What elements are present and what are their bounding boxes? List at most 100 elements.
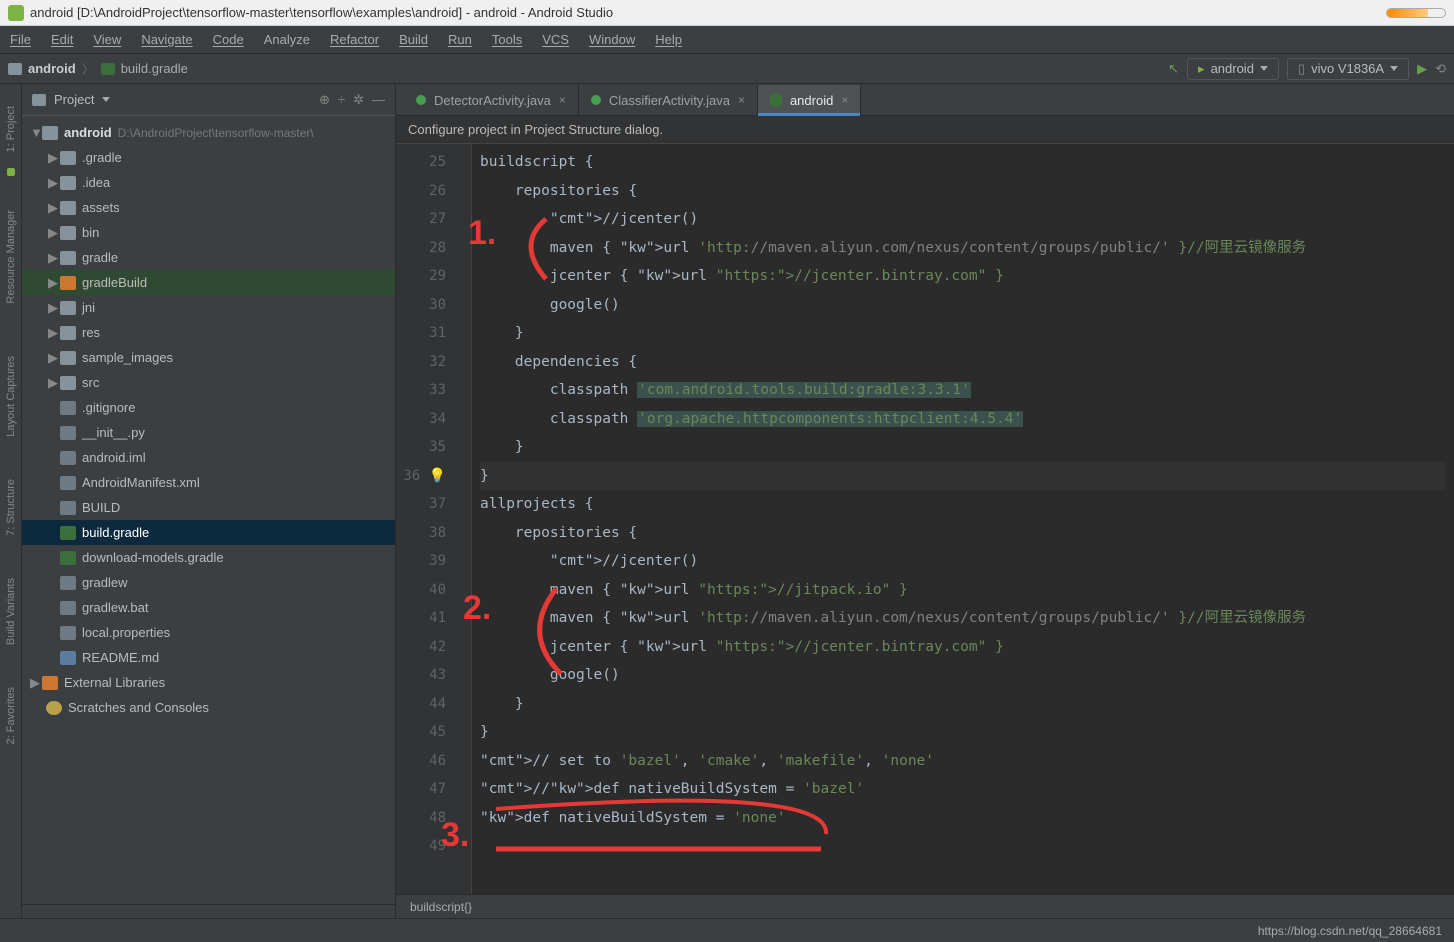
tree-item-gradle[interactable]: ▶gradle: [22, 245, 395, 270]
tree-item-gradlew-bat[interactable]: gradlew.bat: [22, 595, 395, 620]
close-icon[interactable]: ×: [559, 93, 566, 107]
target-icon[interactable]: ⊕: [319, 92, 330, 108]
tool-tab-resource-manager[interactable]: Resource Manager: [5, 210, 17, 304]
file-icon: [60, 576, 76, 590]
close-icon[interactable]: ×: [738, 93, 745, 107]
file-icon: [60, 626, 76, 640]
tool-tab-build-variants[interactable]: Build Variants: [5, 578, 17, 645]
file-icon: [60, 176, 76, 190]
line-number-gutter[interactable]: 252627282930313233343536 💡37383940414243…: [396, 144, 454, 894]
tree-item-readme-md[interactable]: README.md: [22, 645, 395, 670]
editor-notification[interactable]: Configure project in Project Structure d…: [396, 116, 1454, 144]
tree-item-download-models-gradle[interactable]: download-models.gradle: [22, 545, 395, 570]
status-bar: https://blog.csdn.net/qq_28664681: [0, 918, 1454, 942]
tree-item-label: src: [82, 375, 99, 390]
tool-tab-structure[interactable]: 7: Structure: [5, 479, 17, 536]
build-hammer-icon[interactable]: ↖: [1168, 61, 1179, 77]
menu-run[interactable]: Run: [448, 32, 472, 47]
chevron-down-icon[interactable]: [102, 97, 110, 102]
device-label: vivo V1836A: [1311, 61, 1384, 76]
tree-item-assets[interactable]: ▶assets: [22, 195, 395, 220]
tree-item-label: .gradle: [82, 150, 122, 165]
tree-scratches[interactable]: Scratches and Consoles: [22, 695, 395, 720]
file-icon: [60, 201, 76, 215]
tree-item-android-iml[interactable]: android.iml: [22, 445, 395, 470]
tree-root[interactable]: ▼ android D:\AndroidProject\tensorflow-m…: [22, 120, 395, 145]
tree-item---init---py[interactable]: __init__.py: [22, 420, 395, 445]
fold-gutter[interactable]: [454, 144, 472, 894]
android-icon: ▸: [1198, 61, 1205, 77]
code-editor[interactable]: buildscript { repositories { "cmt">//jce…: [472, 144, 1454, 894]
file-icon: [60, 251, 76, 265]
menu-analyze[interactable]: Analyze: [264, 32, 310, 47]
project-panel-header: Project ⊕ ÷ ✲ —: [22, 84, 395, 116]
window-title: android [D:\AndroidProject\tensorflow-ma…: [30, 5, 613, 20]
tree-item-local-properties[interactable]: local.properties: [22, 620, 395, 645]
tab-android-gradle[interactable]: android ×: [758, 85, 861, 115]
folder-icon: [8, 63, 22, 75]
file-icon: [60, 276, 76, 290]
close-icon[interactable]: ×: [841, 93, 848, 107]
file-icon: [60, 476, 76, 490]
collapse-icon[interactable]: ÷: [338, 92, 345, 107]
tree-item-androidmanifest-xml[interactable]: AndroidManifest.xml: [22, 470, 395, 495]
tree-item-res[interactable]: ▶res: [22, 320, 395, 345]
tool-tab-favorites[interactable]: 2: Favorites: [5, 687, 17, 744]
menu-window[interactable]: Window: [589, 32, 635, 47]
file-icon: [60, 501, 76, 515]
tree-external-libs[interactable]: ▶ External Libraries: [22, 670, 395, 695]
project-tree[interactable]: ▼ android D:\AndroidProject\tensorflow-m…: [22, 116, 395, 904]
tree-item-src[interactable]: ▶src: [22, 370, 395, 395]
tree-item-label: android.iml: [82, 450, 146, 465]
run-button[interactable]: ▶: [1417, 61, 1427, 77]
tree-item-sample-images[interactable]: ▶sample_images: [22, 345, 395, 370]
run-config-selector[interactable]: ▸ android: [1187, 58, 1279, 80]
android-icon: [7, 168, 15, 176]
menu-build[interactable]: Build: [399, 32, 428, 47]
editor-breadcrumb[interactable]: buildscript{}: [396, 894, 1454, 918]
project-panel-title[interactable]: Project: [54, 92, 94, 107]
tool-tab-layout-captures[interactable]: Layout Captures: [5, 356, 17, 437]
tree-item-build[interactable]: BUILD: [22, 495, 395, 520]
menu-view[interactable]: View: [93, 32, 121, 47]
tree-item-label: README.md: [82, 650, 159, 665]
hide-icon[interactable]: —: [372, 92, 385, 107]
file-icon: [60, 351, 76, 365]
tree-item-gradlew[interactable]: gradlew: [22, 570, 395, 595]
file-icon: [60, 426, 76, 440]
tool-tab-project[interactable]: 1: Project: [5, 106, 17, 152]
file-icon: [60, 651, 76, 665]
tree-item-label: gradleBuild: [82, 275, 147, 290]
menu-edit[interactable]: Edit: [51, 32, 73, 47]
menu-tools[interactable]: Tools: [492, 32, 522, 47]
tab-classifier-activity[interactable]: ClassifierActivity.java ×: [579, 85, 758, 115]
tree-item-label: AndroidManifest.xml: [82, 475, 200, 490]
menu-vcs[interactable]: VCS: [542, 32, 569, 47]
indexing-progress: [1386, 8, 1446, 18]
tree-item--gradle[interactable]: ▶.gradle: [22, 145, 395, 170]
menu-file[interactable]: File: [10, 32, 31, 47]
menu-navigate[interactable]: Navigate: [141, 32, 192, 47]
apply-changes-button[interactable]: ⟲: [1435, 61, 1446, 77]
tree-item-jni[interactable]: ▶jni: [22, 295, 395, 320]
gear-icon[interactable]: ✲: [353, 92, 364, 108]
menu-code[interactable]: Code: [213, 32, 244, 47]
tree-item-gradlebuild[interactable]: ▶gradleBuild: [22, 270, 395, 295]
tree-item--gitignore[interactable]: .gitignore: [22, 395, 395, 420]
scratches-icon: [46, 701, 62, 715]
tab-detector-activity[interactable]: DetectorActivity.java ×: [404, 85, 579, 115]
breadcrumb-root[interactable]: android: [28, 61, 76, 76]
device-selector[interactable]: ▯ vivo V1836A: [1287, 58, 1409, 80]
tree-item-build-gradle[interactable]: build.gradle: [22, 520, 395, 545]
project-horizontal-scrollbar[interactable]: [22, 904, 395, 918]
project-tool-window: Project ⊕ ÷ ✲ — ▼ android D:\AndroidProj…: [22, 84, 396, 918]
breadcrumb-file[interactable]: build.gradle: [121, 61, 188, 76]
menu-refactor[interactable]: Refactor: [330, 32, 379, 47]
tree-item-label: build.gradle: [82, 525, 149, 540]
tree-item-label: .gitignore: [82, 400, 135, 415]
editor-tabs: DetectorActivity.java × ClassifierActivi…: [396, 84, 1454, 116]
navigation-bar: android 〉 build.gradle ↖ ▸ android ▯ viv…: [0, 54, 1454, 84]
tree-item-bin[interactable]: ▶bin: [22, 220, 395, 245]
tree-item--idea[interactable]: ▶.idea: [22, 170, 395, 195]
menu-help[interactable]: Help: [655, 32, 682, 47]
